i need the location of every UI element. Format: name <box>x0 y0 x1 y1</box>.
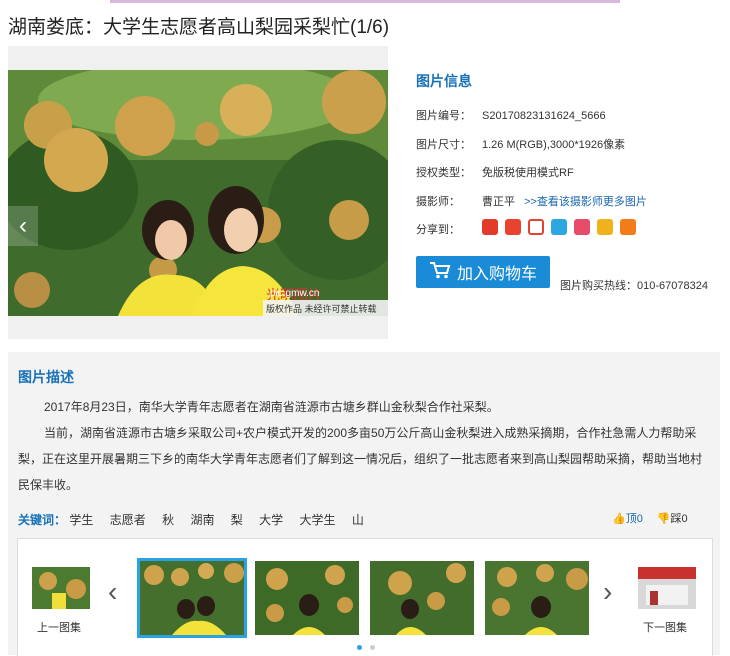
photo-id-row: 图片编号： S20170823131624_5666 <box>416 107 606 123</box>
next-set-label[interactable]: 下一图集 <box>643 619 687 635</box>
main-photo[interactable]: 光明图片 pic.gmw.cn 版权作品 未经许可禁止转载 <box>8 70 388 316</box>
add-to-cart-label: 加入购物车 <box>456 266 537 283</box>
google-icon[interactable] <box>482 219 498 235</box>
vote-controls: 👍顶0 👎踩0 <box>612 510 688 526</box>
next-set-thumbnail[interactable] <box>638 567 696 609</box>
gallery-thumbnail[interactable] <box>255 561 359 635</box>
downvote-button[interactable]: 👎踩0 <box>657 510 688 526</box>
keyword[interactable]: 志愿者 <box>110 513 146 527</box>
prev-set-thumbnail[interactable] <box>32 567 90 609</box>
chevron-left-icon: ‹ <box>19 212 27 239</box>
photographer-more-link[interactable]: >>查看该摄影师更多图片 <box>524 196 647 208</box>
add-to-cart-button[interactable]: 加入购物车 <box>416 256 550 288</box>
description-paragraph-1: 2017年8月23日，南华大学青年志愿者在湖南省涟源市古塘乡群山金秋梨合作社采梨… <box>44 400 499 414</box>
keyword[interactable]: 秋 <box>162 513 174 527</box>
share-row: 分享到： <box>416 221 482 237</box>
upvote-count: 顶0 <box>625 513 643 525</box>
share-icons <box>482 219 636 235</box>
chevron-left-icon: ‹ <box>108 576 118 607</box>
gallery-thumbnail[interactable] <box>485 561 589 635</box>
pear-orchard-photo: 光明图片 <box>8 70 388 316</box>
keyword[interactable]: 梨 <box>231 513 243 527</box>
photo-size-label: 图片尺寸： <box>416 139 471 151</box>
prev-set-label[interactable]: 上一图集 <box>37 619 81 635</box>
thumb-down-icon: 👎 <box>656 513 671 525</box>
keyword[interactable]: 大学 <box>259 513 283 527</box>
photo-id-value: S20170823131624_5666 <box>482 110 606 122</box>
gallery-next-button[interactable]: › <box>603 576 612 608</box>
tencent-icon[interactable] <box>505 219 521 235</box>
description-heading: 图片描述 <box>18 369 74 385</box>
keyword[interactable]: 湖南 <box>190 513 214 527</box>
photographer-name: 曹正平 <box>482 196 515 208</box>
main-photo-panel: 光明图片 pic.gmw.cn 版权作品 未经许可禁止转载 ‹ <box>8 46 388 339</box>
douban-icon[interactable] <box>620 219 636 235</box>
keyword[interactable]: 学生 <box>69 513 93 527</box>
top-accent-bar <box>110 0 620 3</box>
photographer-row: 摄影师： 曹正平 >>查看该摄影师更多图片 <box>416 193 647 209</box>
photo-info-heading: 图片信息 <box>416 73 472 89</box>
license-value: 免版税使用模式RF <box>482 167 574 179</box>
photo-size-value: 1.26 M(RGB),3000*1926像素 <box>482 139 626 151</box>
keyword[interactable]: 山 <box>352 513 364 527</box>
renren-icon[interactable] <box>574 219 590 235</box>
keywords-label: 关键词： <box>18 513 67 527</box>
purchase-hotline: 图片购买热线：010-67078324 <box>560 280 708 292</box>
upvote-button[interactable]: 👍顶0 <box>612 510 643 526</box>
qzone-icon[interactable] <box>551 219 567 235</box>
pagination-dot-active[interactable] <box>357 645 362 650</box>
pagination-dot[interactable] <box>370 645 375 650</box>
weibo-icon[interactable] <box>528 219 544 235</box>
photo-prev-button[interactable]: ‹ <box>8 206 38 246</box>
cart-icon <box>429 261 451 284</box>
gallery-pagination <box>357 645 375 650</box>
license-row: 授权类型： 免版税使用模式RF <box>416 164 574 180</box>
gallery-prev-button[interactable]: ‹ <box>108 576 117 608</box>
thumb-up-icon: 👍 <box>612 513 626 525</box>
photo-id-label: 图片编号： <box>416 110 471 122</box>
gallery-thumbnail-active[interactable] <box>137 558 247 638</box>
gallery-thumbnail[interactable] <box>370 561 474 635</box>
keyword[interactable]: 大学生 <box>300 513 336 527</box>
page-title: 湖南娄底：大学生志愿者高山梨园采梨忙(1/6) <box>8 17 390 38</box>
chevron-right-icon: › <box>603 576 613 607</box>
photo-size-row: 图片尺寸： 1.26 M(RGB),3000*1926像素 <box>416 136 625 152</box>
photographer-label: 摄影师： <box>416 196 460 208</box>
kaixin-icon[interactable] <box>597 219 613 235</box>
photo-watermark-site: pic.gmw.cn <box>270 288 320 299</box>
description-paragraph-2: 当前，湖南省涟源市古塘乡采取公司+农户模式开发的200多亩50万公斤高山金秋梨进… <box>18 426 703 492</box>
photo-copyright-note: 版权作品 未经许可禁止转载 <box>266 304 377 314</box>
license-label: 授权类型： <box>416 167 471 179</box>
share-label: 分享到： <box>416 224 460 236</box>
keywords-row: 关键词： 学生 志愿者 秋 湖南 梨 大学 大学生 山 <box>18 511 377 528</box>
downvote-count: 踩0 <box>670 513 688 525</box>
